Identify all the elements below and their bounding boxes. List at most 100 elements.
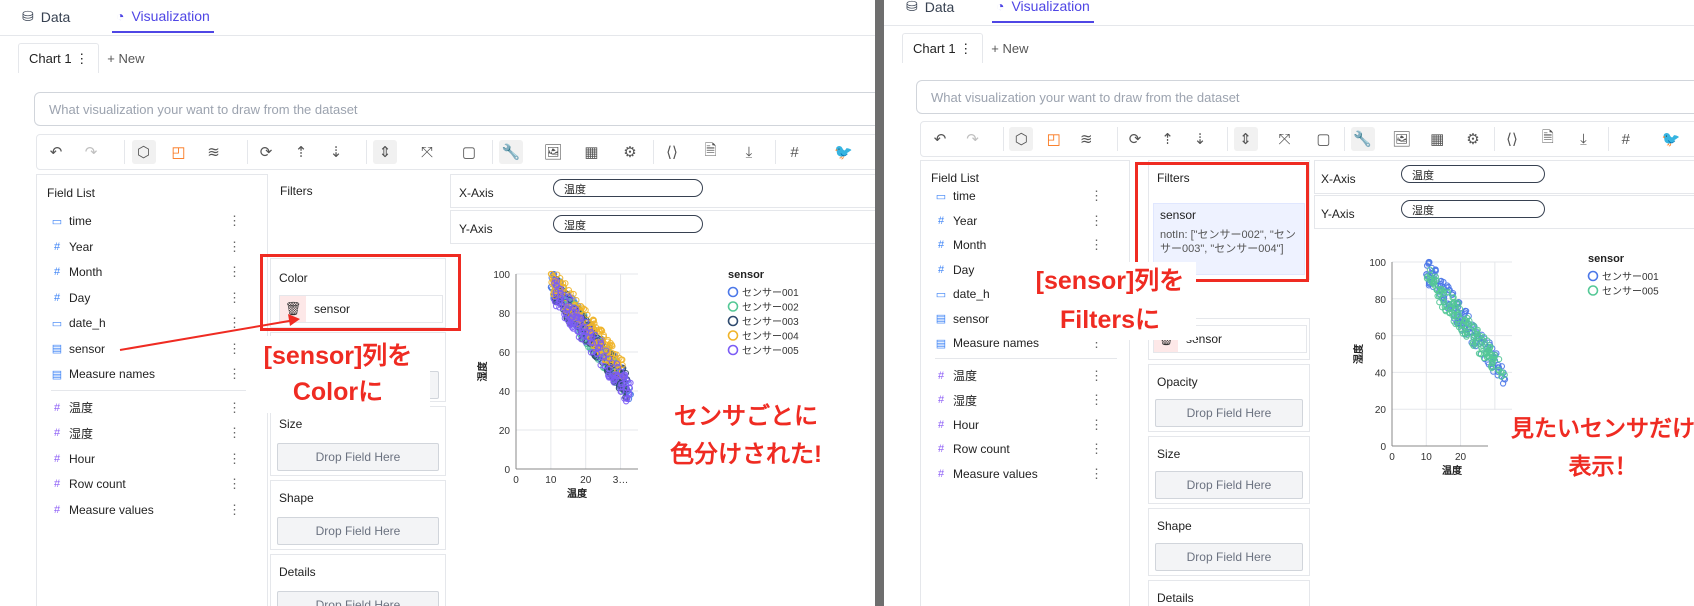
code-icon[interactable]: ⟨⟩ bbox=[660, 140, 684, 164]
canvas-icon[interactable]: ▢ bbox=[1312, 127, 1336, 151]
code-icon[interactable]: ⟨⟩ bbox=[1500, 127, 1524, 151]
field-item[interactable]: # Year ⋮ bbox=[935, 210, 1117, 232]
layers-icon[interactable]: ≋ bbox=[1074, 127, 1098, 151]
field-item[interactable]: # Month ⋮ bbox=[935, 234, 1117, 256]
sort-desc-icon[interactable]: ⇣ bbox=[324, 140, 348, 164]
more-icon[interactable]: ⋮ bbox=[1090, 188, 1103, 204]
image-icon[interactable]: 🖼 bbox=[541, 140, 565, 164]
new-chart-button[interactable]: + New bbox=[991, 41, 1028, 56]
layers-icon[interactable]: ≋ bbox=[202, 140, 226, 164]
scale-icon[interactable]: ⤧ bbox=[415, 140, 439, 164]
measure-item[interactable]: # Row count ⋮ bbox=[935, 438, 1117, 460]
mark-icon[interactable]: ◰ bbox=[1042, 127, 1066, 151]
tab-data[interactable]: ⛁ Data bbox=[22, 8, 70, 25]
more-icon[interactable]: ⋮ bbox=[1090, 417, 1103, 433]
hash-icon[interactable]: # bbox=[1614, 127, 1638, 151]
more-icon[interactable]: ⋮ bbox=[228, 451, 241, 467]
field-item[interactable]: ▭ time ⋮ bbox=[51, 210, 255, 232]
more-icon[interactable]: ⋮ bbox=[1090, 368, 1103, 384]
chart-tab-1[interactable]: Chart 1 ⋮ bbox=[902, 33, 984, 63]
field-item[interactable]: ▭ time ⋮ bbox=[935, 185, 1117, 207]
more-icon[interactable]: ⋮ bbox=[1090, 213, 1103, 229]
tab-data[interactable]: ⛁ Data bbox=[906, 0, 954, 15]
undo-icon[interactable]: ↶ bbox=[928, 127, 952, 151]
mark-icon[interactable]: ◰ bbox=[167, 140, 191, 164]
stepper-icon[interactable]: ⇕ bbox=[373, 140, 397, 164]
y-tick-label: 60 bbox=[499, 348, 511, 359]
download-icon[interactable]: ⤓ bbox=[1572, 127, 1596, 151]
more-icon[interactable]: ⋮ bbox=[228, 400, 241, 416]
table-icon[interactable]: ▦ bbox=[580, 140, 604, 164]
redo-icon[interactable]: ↷ bbox=[961, 127, 985, 151]
bird-icon[interactable]: 🐦 bbox=[832, 140, 856, 164]
measure-item[interactable]: # Row count ⋮ bbox=[51, 473, 255, 495]
more-icon[interactable]: ⋮ bbox=[228, 264, 241, 280]
cube-icon[interactable]: ⬡ bbox=[131, 140, 156, 164]
viz-prompt-input[interactable]: What visualization your want to draw fro… bbox=[34, 92, 875, 126]
legend-label: センサー001 bbox=[1602, 271, 1659, 283]
more-icon[interactable]: ⋮ bbox=[1090, 237, 1103, 253]
field-item[interactable]: # Year ⋮ bbox=[51, 236, 255, 258]
measure-item[interactable]: # 湿度 ⋮ bbox=[935, 389, 1117, 411]
legend-symbol bbox=[727, 315, 739, 327]
opacity-drop-zone[interactable]: Drop Field Here bbox=[1155, 399, 1303, 427]
measure-item[interactable]: # Hour ⋮ bbox=[51, 448, 255, 470]
undo-icon[interactable]: ↶ bbox=[44, 140, 68, 164]
size-drop-zone[interactable]: Drop Field Here bbox=[277, 443, 439, 471]
y-axis-pill[interactable]: 湿度 bbox=[1401, 200, 1545, 218]
more-icon[interactable]: ⋮ bbox=[228, 476, 241, 492]
details-drop-zone[interactable]: Drop Field Here bbox=[277, 591, 439, 606]
legend-symbol bbox=[727, 301, 739, 312]
shape-drop-zone[interactable]: Drop Field Here bbox=[1155, 543, 1303, 571]
more-icon[interactable]: ⋮ bbox=[228, 502, 241, 518]
more-icon[interactable]: ⋮ bbox=[228, 366, 241, 382]
more-icon[interactable]: ⋮ bbox=[228, 213, 241, 229]
measure-item[interactable]: # 温度 ⋮ bbox=[51, 397, 255, 419]
refresh-icon[interactable]: ⟳ bbox=[1123, 127, 1147, 151]
size-drop-zone[interactable]: Drop Field Here bbox=[1155, 471, 1303, 499]
tab-visualization[interactable]: ◔ Visualization bbox=[112, 8, 214, 33]
wrench-icon[interactable]: 🔧 bbox=[1350, 127, 1375, 151]
sort-asc-icon[interactable]: ⇡ bbox=[289, 140, 313, 164]
database-icon: ⛁ bbox=[22, 8, 34, 24]
viz-prompt-input[interactable]: What visualization your want to draw fro… bbox=[916, 80, 1694, 114]
hash-icon: # bbox=[937, 263, 945, 276]
measure-item[interactable]: # 湿度 ⋮ bbox=[51, 422, 255, 444]
more-icon[interactable]: ⋮ bbox=[228, 239, 241, 255]
shape-drop-zone[interactable]: Drop Field Here bbox=[277, 517, 439, 545]
gear-icon[interactable]: ⚙ bbox=[1461, 127, 1485, 151]
x-axis-pill[interactable]: 温度 bbox=[553, 179, 703, 197]
file-icon[interactable]: 🗎 bbox=[699, 140, 723, 164]
more-icon[interactable]: ⋮ bbox=[1090, 392, 1103, 408]
wrench-icon[interactable]: 🔧 bbox=[499, 140, 523, 164]
measure-item[interactable]: # Hour ⋮ bbox=[935, 414, 1117, 436]
measure-item[interactable]: # Measure values ⋮ bbox=[935, 463, 1117, 485]
more-icon[interactable]: ⋮ bbox=[228, 425, 241, 441]
more-icon[interactable]: ⋮ bbox=[1090, 466, 1103, 482]
sort-desc-icon[interactable]: ⇣ bbox=[1188, 127, 1212, 151]
measure-item[interactable]: # Measure values ⋮ bbox=[51, 499, 255, 521]
x-axis-pill[interactable]: 温度 bbox=[1401, 165, 1545, 183]
hash-icon[interactable]: # bbox=[783, 140, 807, 164]
canvas-icon[interactable]: ▢ bbox=[457, 140, 481, 164]
field-item[interactable]: ▤ Measure names ⋮ bbox=[51, 363, 255, 385]
chart-tab-1[interactable]: Chart 1 ⋮ bbox=[18, 43, 100, 73]
refresh-icon[interactable]: ⟳ bbox=[254, 140, 278, 164]
scale-icon[interactable]: ⤧ bbox=[1273, 127, 1297, 151]
tab-visualization[interactable]: ◔ Visualization bbox=[992, 0, 1094, 23]
sort-asc-icon[interactable]: ⇡ bbox=[1156, 127, 1180, 151]
new-chart-button[interactable]: + New bbox=[107, 51, 144, 66]
y-axis-pill[interactable]: 湿度 bbox=[553, 215, 703, 233]
bird-icon[interactable]: 🐦 bbox=[1659, 127, 1683, 151]
gear-icon[interactable]: ⚙ bbox=[618, 140, 642, 164]
file-icon[interactable]: 🗎 bbox=[1536, 127, 1560, 151]
more-icon[interactable]: ⋮ bbox=[1090, 441, 1103, 457]
measure-item[interactable]: # 温度 ⋮ bbox=[935, 365, 1117, 387]
table-icon[interactable]: ▦ bbox=[1425, 127, 1449, 151]
image-icon[interactable]: 🖼 bbox=[1390, 127, 1414, 151]
download-icon[interactable]: ⤓ bbox=[737, 140, 761, 164]
redo-icon[interactable]: ↷ bbox=[79, 140, 103, 164]
field-item[interactable]: # Month ⋮ bbox=[51, 261, 255, 283]
cube-icon[interactable]: ⬡ bbox=[1009, 127, 1034, 151]
stepper-icon[interactable]: ⇕ bbox=[1233, 127, 1258, 151]
